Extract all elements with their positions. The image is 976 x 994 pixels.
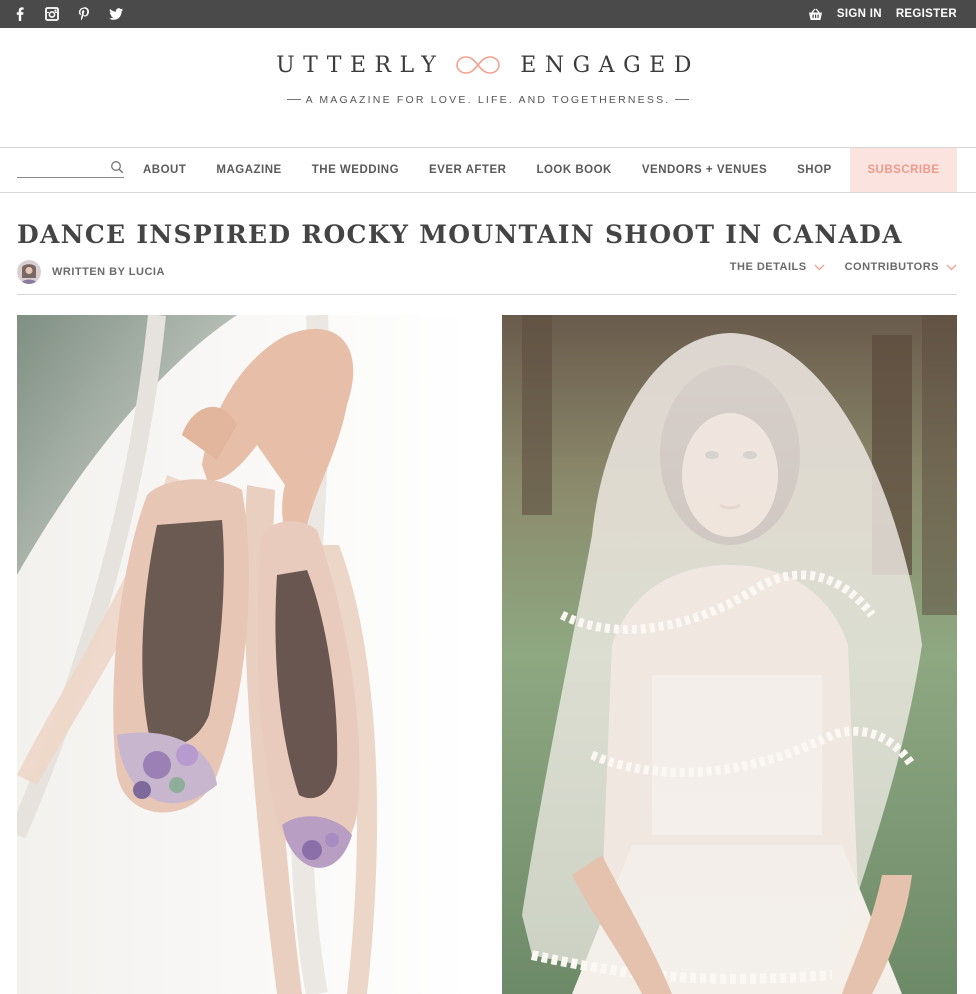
tagline-dash-right (675, 98, 690, 100)
author-avatar[interactable] (17, 260, 41, 284)
tagline-text: A MAGAZINE FOR LOVE. LIFE. AND TOGETHERN… (305, 94, 671, 106)
facebook-icon[interactable] (12, 6, 28, 22)
nav-item-vendors-venues[interactable]: VENDORS + VENUES (642, 164, 767, 176)
tagline-dash-left (286, 98, 301, 100)
sign-in-link[interactable]: SIGN IN (837, 8, 882, 20)
contributors-label: CONTRIBUTORS (844, 261, 939, 273)
search-icon[interactable] (110, 160, 124, 174)
the-details-toggle[interactable]: THE DETAILS (730, 261, 825, 273)
top-bar: SIGN IN REGISTER (0, 0, 976, 28)
logo-right-word: ENGAGED (520, 52, 700, 78)
nav-item-the-wedding[interactable]: THE WEDDING (312, 164, 399, 176)
author-byline: WRITTEN BY LUCIA (17, 260, 165, 284)
nav-item-magazine[interactable]: MAGAZINE (216, 164, 281, 176)
search-box (17, 159, 124, 178)
account-links: SIGN IN REGISTER (808, 0, 957, 28)
infinity-icon (454, 54, 502, 76)
the-details-label: THE DETAILS (729, 261, 807, 273)
pinterest-icon[interactable] (76, 6, 92, 22)
chevron-down-icon (814, 264, 825, 271)
instagram-icon[interactable] (44, 6, 60, 22)
article-title: DANCE INSPIRED ROCKY MOUNTAIN SHOOT IN C… (17, 220, 903, 249)
article-meta: THE DETAILS CONTRIBUTORS (730, 259, 957, 275)
nav-item-shop[interactable]: SHOP (797, 164, 832, 176)
register-link[interactable]: REGISTER (896, 8, 957, 20)
social-links (12, 6, 140, 22)
main-nav: ABOUT MAGAZINE THE WEDDING EVER AFTER LO… (0, 147, 976, 193)
basket-icon[interactable] (808, 8, 823, 21)
site-logo[interactable]: UTTERLY ENGAGED (0, 50, 976, 80)
nav-item-look-book[interactable]: LOOK BOOK (536, 164, 611, 176)
nav-item-ever-after[interactable]: EVER AFTER (429, 164, 506, 176)
logo-left-word: UTTERLY (276, 52, 445, 78)
nav-items: ABOUT MAGAZINE THE WEDDING EVER AFTER LO… (143, 148, 862, 192)
ballet-shoes-photo[interactable] (17, 315, 472, 994)
header-divider (17, 294, 957, 295)
contributors-toggle[interactable]: CONTRIBUTORS (845, 261, 957, 273)
author-label[interactable]: WRITTEN BY LUCIA (52, 266, 165, 278)
bride-veil-photo[interactable] (502, 315, 957, 994)
subscribe-button[interactable]: SUBSCRIBE (850, 148, 957, 192)
twitter-icon[interactable] (108, 6, 124, 22)
nav-item-about[interactable]: ABOUT (143, 164, 186, 176)
chevron-down-icon (946, 264, 957, 271)
tagline: A MAGAZINE FOR LOVE. LIFE. AND TOGETHERN… (0, 94, 976, 106)
search-input[interactable] (17, 159, 105, 177)
